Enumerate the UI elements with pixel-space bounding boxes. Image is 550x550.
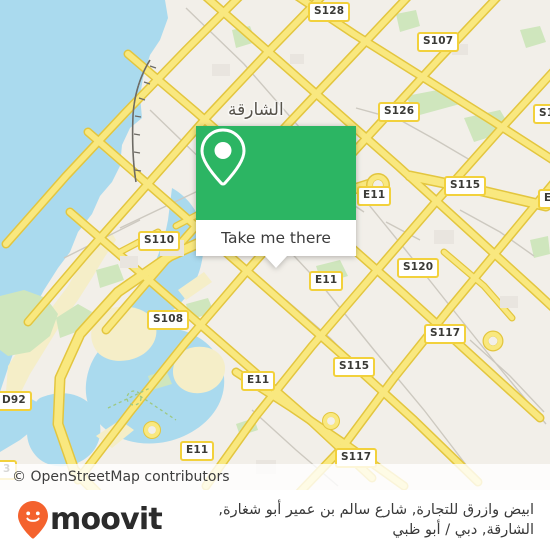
osm-attribution-text: © OpenStreetMap contributors [12,469,230,485]
take-me-there-callout[interactable]: Take me there [196,126,356,268]
moovit-wordmark: moovit [50,502,163,537]
callout-tail [265,256,287,268]
road-shield: S13 [533,104,550,124]
road-shield: S126 [378,102,421,122]
osm-attribution-bar: © OpenStreetMap contributors [0,464,550,490]
moovit-smiley-pin-icon [18,501,48,539]
map-canvas[interactable]: الشارقة S128 S107 S126 S13 S115 E11 E1 S110 S120… [0,0,550,490]
road-shield: S110 [138,231,181,251]
road-shield: D92 [0,391,32,411]
moovit-logo[interactable]: moovit [18,501,163,539]
city-label-sharjah: الشارقة [228,100,284,120]
take-me-there-label: Take me there [221,229,331,247]
road-shield: E11 [180,441,215,461]
road-shield: S115 [444,176,487,196]
callout-pin-panel [196,126,356,220]
road-shield: S120 [397,258,440,278]
footer-bar: moovit ابيض وازرق للتجارة, شارع سالم بن … [0,490,550,550]
location-pin-icon [200,128,246,186]
road-shield: S117 [424,324,467,344]
station-address-caption: ابيض وازرق للتجارة, شارع سالم بن عمير أب… [218,502,534,538]
take-me-there-button[interactable]: Take me there [196,220,356,268]
road-shield: S128 [308,2,351,22]
road-shield: S108 [147,310,190,330]
road-shield: E1 [538,189,550,209]
road-shield: E11 [241,371,276,391]
road-shield: E11 [309,271,344,291]
road-shield: E11 [357,186,392,206]
road-shield: S107 [417,32,460,52]
road-shield: S115 [333,357,376,377]
moovit-station-map-screen: الشارقة S128 S107 S126 S13 S115 E11 E1 S110 S120… [0,0,550,550]
